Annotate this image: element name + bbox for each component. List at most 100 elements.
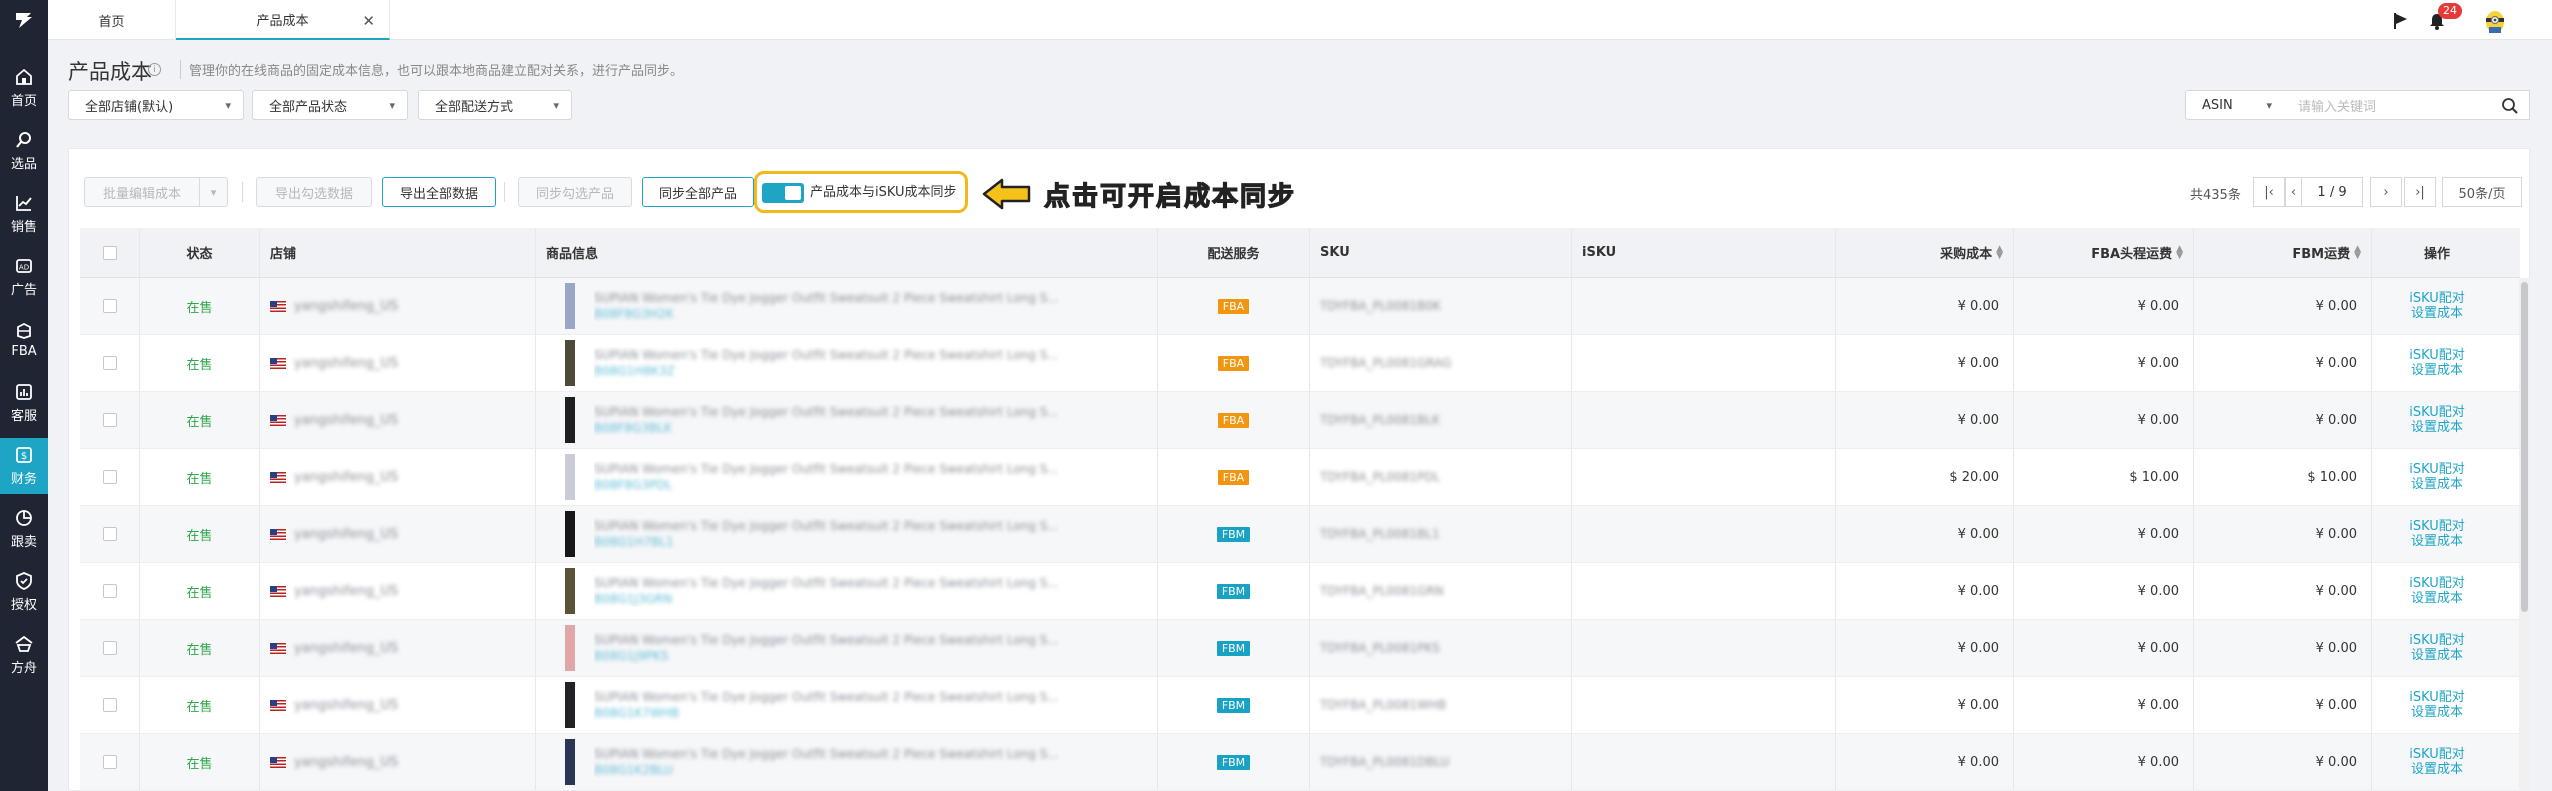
last-page-button[interactable]: ›| [2404, 177, 2436, 207]
table-row[interactable]: 在售 yangshifeng_US SUPIAN Women's Tie Dye J… [80, 506, 2520, 563]
search-icon[interactable] [2501, 97, 2519, 115]
set-cost-link[interactable]: 设置成本 [2411, 420, 2463, 435]
row-checkbox[interactable] [102, 356, 117, 370]
product-thumbnail[interactable] [560, 625, 580, 671]
sidebar-item-6[interactable]: 客服 [0, 375, 48, 431]
set-cost-link[interactable]: 设置成本 [2411, 591, 2463, 606]
sidebar-item-7[interactable]: $ 财务 [0, 438, 48, 494]
sync-all-button[interactable]: 同步全部产品 [642, 177, 754, 207]
product-title[interactable]: SUPIAN Women's Tie Dye Jogger Outfit Swe… [594, 689, 1059, 705]
product-title[interactable]: SUPIAN Women's Tie Dye Jogger Outfit Swe… [594, 404, 1059, 420]
product-thumbnail[interactable] [560, 340, 580, 386]
product-title[interactable]: SUPIAN Women's Tie Dye Jogger Outfit Swe… [594, 347, 1059, 363]
isku-pair-link[interactable]: iSKU配对 [2409, 747, 2465, 762]
close-icon[interactable]: ✕ [362, 12, 375, 30]
cost-sync-toggle[interactable] [762, 183, 804, 203]
row-checkbox[interactable] [102, 641, 117, 655]
tab-home[interactable]: 首页 [48, 0, 176, 40]
prev-page-button[interactable]: ‹ [2285, 177, 2302, 207]
product-title[interactable]: SUPIAN Women's Tie Dye Jogger Outfit Swe… [594, 575, 1059, 591]
product-thumbnail[interactable] [560, 739, 580, 785]
row-checkbox[interactable] [102, 698, 117, 712]
store-select[interactable]: 全部店铺(默认) ▾ [68, 90, 244, 120]
isku-pair-link[interactable]: iSKU配对 [2409, 633, 2465, 648]
product-thumbnail[interactable] [560, 682, 580, 728]
product-thumbnail[interactable] [560, 568, 580, 614]
product-status-select[interactable]: 全部产品状态 ▾ [252, 90, 408, 120]
table-row[interactable]: 在售 yangshifeng_US SUPIAN Women's Tie Dye J… [80, 278, 2520, 335]
product-title[interactable]: SUPIAN Women's Tie Dye Jogger Outfit Swe… [594, 746, 1059, 762]
isku-pair-link[interactable]: iSKU配对 [2409, 519, 2465, 534]
product-title[interactable]: SUPIAN Women's Tie Dye Jogger Outfit Swe… [594, 461, 1059, 477]
logo[interactable] [0, 0, 48, 40]
sync-selected-button[interactable]: 同步勾选产品 [518, 177, 632, 207]
product-title[interactable]: SUPIAN Women's Tie Dye Jogger Outfit Swe… [594, 632, 1059, 648]
avatar[interactable] [2482, 8, 2508, 34]
set-cost-link[interactable]: 设置成本 [2411, 363, 2463, 378]
sidebar-item-4[interactable]: AD 广告 [0, 249, 48, 305]
product-asin[interactable]: B08G1J3GRN [594, 591, 1059, 607]
product-title[interactable]: SUPIAN Women's Tie Dye Jogger Outfit Swe… [594, 290, 1059, 306]
header-fbm-freight[interactable]: FBM运费 ▲ ▼ [2194, 228, 2372, 277]
table-row[interactable]: 在售 yangshifeng_US SUPIAN Women's Tie Dye J… [80, 677, 2520, 734]
product-asin[interactable]: B08G1H7BL1 [594, 534, 1059, 550]
sidebar-item-1[interactable]: 首页 [0, 60, 48, 116]
product-asin[interactable]: B08F8G3BLK [594, 420, 1059, 436]
table-scrollbar[interactable] [2519, 278, 2530, 791]
select-all-checkbox[interactable] [102, 245, 117, 260]
sidebar-item-3[interactable]: 销售 [0, 186, 48, 242]
first-page-button[interactable]: |‹ [2253, 177, 2285, 207]
export-selected-button[interactable]: 导出勾选数据 [256, 177, 372, 207]
isku-pair-link[interactable]: iSKU配对 [2409, 462, 2465, 477]
header-purchase-cost[interactable]: 采购成本 ▲ ▼ [1836, 228, 2014, 277]
row-checkbox[interactable] [102, 755, 117, 769]
isku-pair-link[interactable]: iSKU配对 [2409, 291, 2465, 306]
tab-product-cost[interactable]: 产品成本 ✕ [176, 0, 390, 40]
isku-pair-link[interactable]: iSKU配对 [2409, 690, 2465, 705]
product-thumbnail[interactable] [560, 283, 580, 329]
table-row[interactable]: 在售 yangshifeng_US SUPIAN Women's Tie Dye J… [80, 335, 2520, 392]
info-icon[interactable]: i [148, 63, 161, 76]
row-checkbox[interactable] [102, 413, 117, 427]
sidebar-item-10[interactable]: 方舟 [0, 627, 48, 683]
product-title[interactable]: SUPIAN Women's Tie Dye Jogger Outfit Swe… [594, 518, 1059, 534]
header-fba-freight[interactable]: FBA头程运费 ▲ ▼ [2014, 228, 2194, 277]
set-cost-link[interactable]: 设置成本 [2411, 477, 2463, 492]
product-asin[interactable]: B08G1K7WHB [594, 705, 1059, 721]
product-asin[interactable]: B08G1K2BLU [594, 762, 1059, 778]
sidebar-item-9[interactable]: 授权 [0, 564, 48, 620]
isku-pair-link[interactable]: iSKU配对 [2409, 405, 2465, 420]
product-asin[interactable]: B08F8G3PDL [594, 477, 1059, 493]
isku-pair-link[interactable]: iSKU配对 [2409, 576, 2465, 591]
product-thumbnail[interactable] [560, 397, 580, 443]
export-all-button[interactable]: 导出全部数据 [382, 177, 496, 207]
table-row[interactable]: 在售 yangshifeng_US SUPIAN Women's Tie Dye J… [80, 734, 2520, 791]
sidebar-item-2[interactable]: 选品 [0, 123, 48, 179]
table-row[interactable]: 在售 yangshifeng_US SUPIAN Women's Tie Dye J… [80, 563, 2520, 620]
row-checkbox[interactable] [102, 584, 117, 598]
page-size-select[interactable]: 50条/页 [2442, 177, 2522, 207]
row-checkbox[interactable] [102, 299, 117, 313]
set-cost-link[interactable]: 设置成本 [2411, 534, 2463, 549]
batch-edit-button[interactable]: 批量编辑成本 ▾ [84, 177, 228, 207]
flag-icon[interactable] [2388, 8, 2414, 34]
set-cost-link[interactable]: 设置成本 [2411, 705, 2463, 720]
table-row[interactable]: 在售 yangshifeng_US SUPIAN Women's Tie Dye J… [80, 392, 2520, 449]
row-checkbox[interactable] [102, 527, 117, 541]
search-input[interactable]: 请输入关键词 [2284, 90, 2530, 120]
table-row[interactable]: 在售 yangshifeng_US SUPIAN Women's Tie Dye J… [80, 620, 2520, 677]
product-asin[interactable]: B08G1J9PKS [594, 648, 1059, 664]
isku-pair-link[interactable]: iSKU配对 [2409, 348, 2465, 363]
sidebar-item-5[interactable]: FBA [0, 312, 48, 368]
search-field-select[interactable]: ASIN ▾ [2185, 90, 2285, 120]
product-thumbnail[interactable] [560, 511, 580, 557]
product-thumbnail[interactable] [560, 454, 580, 500]
delivery-select[interactable]: 全部配送方式 ▾ [418, 90, 572, 120]
sidebar-item-8[interactable]: 跟卖 [0, 501, 48, 557]
table-row[interactable]: 在售 yangshifeng_US SUPIAN Women's Tie Dye J… [80, 449, 2520, 506]
row-checkbox[interactable] [102, 470, 117, 484]
next-page-button[interactable]: › [2370, 177, 2402, 207]
set-cost-link[interactable]: 设置成本 [2411, 648, 2463, 663]
page-indicator[interactable]: 1 / 9 [2301, 177, 2363, 207]
set-cost-link[interactable]: 设置成本 [2411, 762, 2463, 777]
